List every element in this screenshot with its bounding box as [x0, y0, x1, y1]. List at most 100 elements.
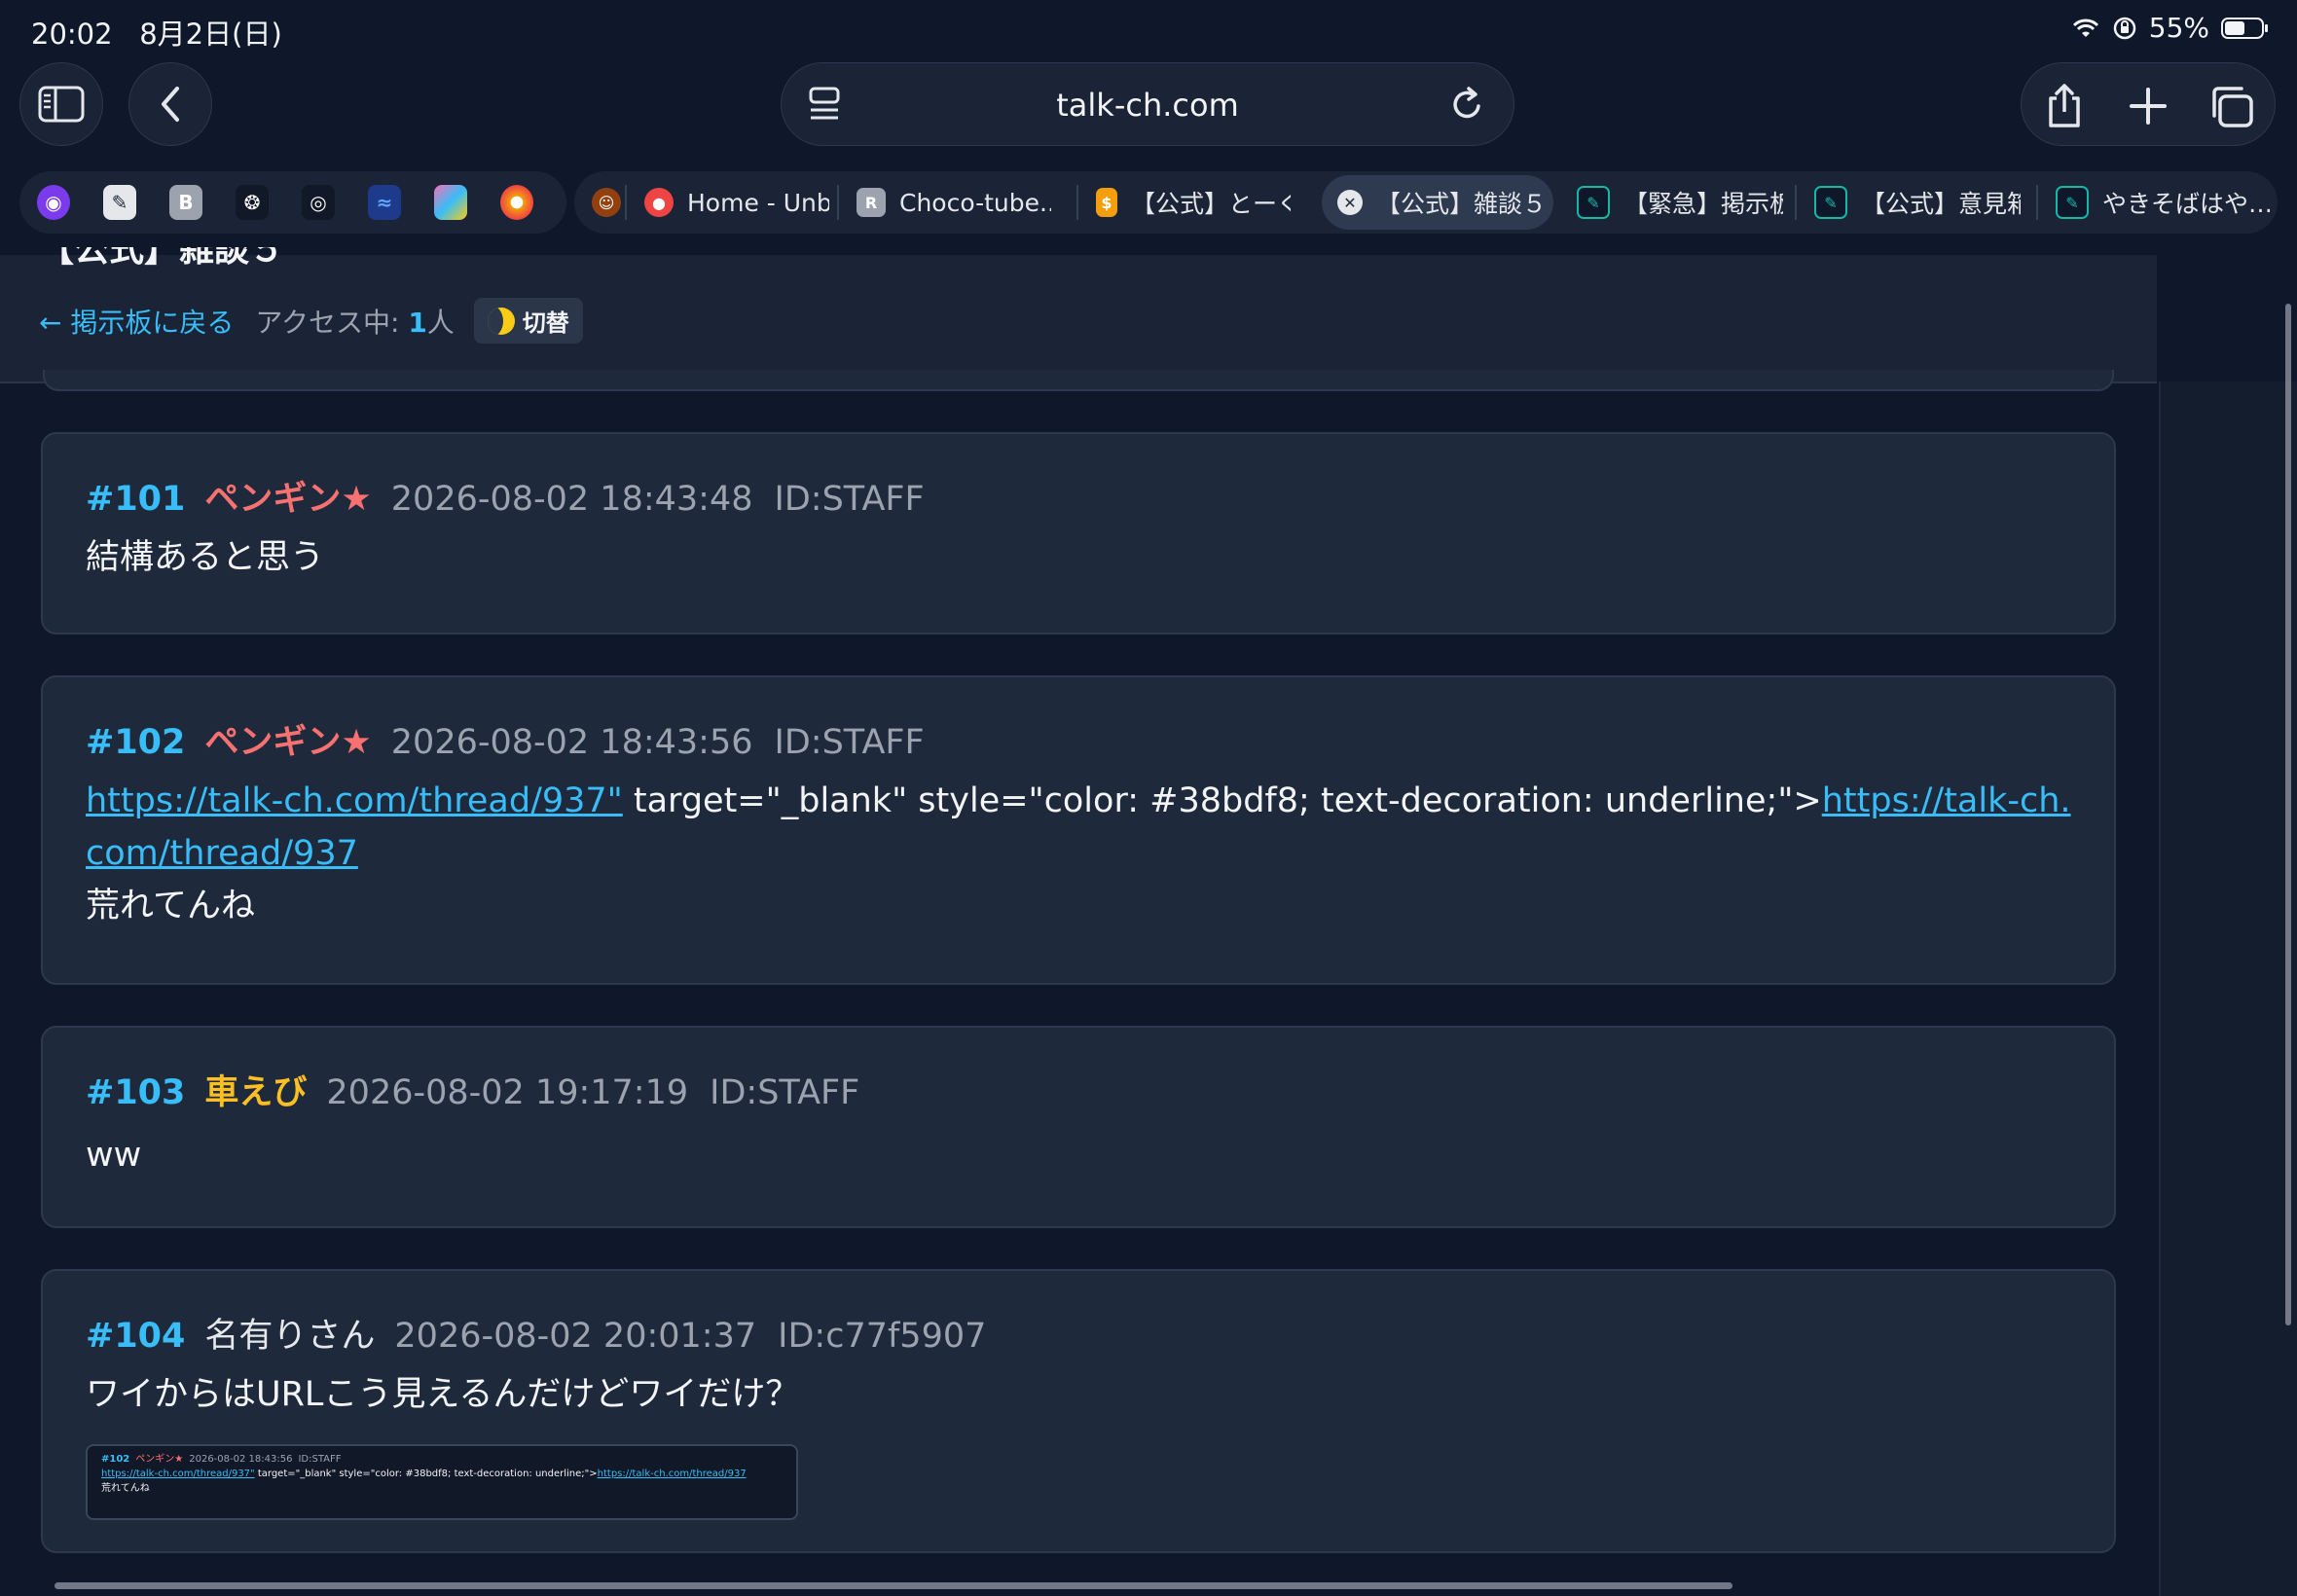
wifi-icon	[2072, 18, 2098, 37]
post-header: #101 ペンギン★ 2026-08-02 18:43:48 ID:STAFF	[86, 471, 925, 521]
browser-toolbar: talk-ch.com	[0, 58, 2297, 156]
note-edit-icon[interactable]: ✎	[103, 185, 136, 220]
side-panel	[2159, 381, 2297, 1596]
battery-fill	[2225, 20, 2244, 35]
b-icon[interactable]: B	[169, 185, 202, 220]
thumb-link: https://talk-ch.com/thread/937"	[101, 1469, 255, 1479]
previous-post-edge	[43, 370, 2114, 391]
thumb-raw: target="_blank" style="color: #38bdf8; t…	[254, 1469, 598, 1479]
tabs-overview-icon[interactable]	[2208, 85, 2255, 129]
back-to-board-link[interactable]: ← 掲示板に戻る	[39, 302, 234, 341]
chrome-badge-icon[interactable]	[500, 185, 533, 220]
edit-icon: ✎	[2056, 186, 2089, 219]
tab-2[interactable]: R Choco-tube...	[857, 171, 1051, 234]
thumb-link: https://talk-ch.com/thread/937	[597, 1469, 747, 1479]
moon-icon	[487, 307, 515, 335]
post-number[interactable]: #103	[86, 1073, 185, 1112]
post-id: ID:STAFF	[774, 480, 925, 519]
post-date: 2026-08-02 18:43:48	[390, 480, 753, 519]
tab-bar: ☺ ● Home - Unbl... R Choco-tube... $ 【公式…	[574, 171, 2278, 234]
talk-icon: $	[1096, 188, 1117, 217]
post-date: 2026-08-02 20:01:37	[394, 1317, 757, 1356]
post-header: #104 名有りさん 2026-08-02 20:01:37 ID:c77f59…	[86, 1308, 986, 1358]
post-body: ww	[86, 1136, 142, 1175]
thumb-text: 荒れてんね	[101, 1483, 150, 1494]
thumb-author: ペンギン★	[135, 1454, 184, 1465]
post-number[interactable]: #101	[86, 480, 185, 519]
tab-label: やきそばはや…	[2102, 190, 2270, 218]
toolbar-actions	[2021, 62, 2276, 146]
tab-label: Home - Unbl...	[687, 188, 829, 217]
close-tab-icon[interactable]: ✕	[1337, 190, 1363, 215]
tab-label: 【公式】意見箱…	[1861, 190, 2021, 218]
toggle-label: 切替	[522, 309, 569, 337]
tab-4-active[interactable]: ✕ 【公式】雑談５	[1322, 175, 1553, 230]
status-bar: 20:02 8月2日(日) 55%	[0, 0, 2297, 58]
url-text[interactable]: talk-ch.com	[782, 87, 1513, 124]
post-102: #102 ペンギン★ 2026-08-02 18:43:56 ID:STAFF …	[41, 675, 2116, 985]
back-button[interactable]	[128, 62, 212, 146]
thread-header: 【公式】雑談５ ← 掲示板に戻る アクセス中: 1人 切替	[0, 247, 2157, 383]
tab-label: 【公式】雑談５	[1376, 190, 1548, 218]
whale-icon[interactable]: ≈	[368, 185, 401, 220]
post-104: #104 名有りさん 2026-08-02 20:01:37 ID:c77f59…	[41, 1269, 2116, 1553]
access-counter: アクセス中: 1人	[255, 306, 455, 339]
status-time: 20:02 8月2日(日)	[31, 18, 282, 51]
copilot-icon[interactable]	[434, 185, 467, 220]
horizontal-scrollbar[interactable]	[55, 1582, 1732, 1589]
thread-title: 【公式】雑談５	[39, 247, 285, 270]
gamepad-icon: ●	[644, 188, 674, 217]
post-id: ID:STAFF	[774, 723, 925, 762]
tab-7[interactable]: ✎ やきそばはや…	[2056, 171, 2270, 234]
attached-screenshot-image[interactable]: #102 ペンギン★ 2026-08-02 18:43:56 ID:STAFF htt…	[86, 1444, 798, 1520]
tab-separator	[837, 185, 839, 220]
thumb-date: 2026-08-02 18:43:56	[189, 1454, 293, 1465]
thumb-id: ID:STAFF	[298, 1454, 342, 1465]
tab-1[interactable]: ● Home - Unbl...	[644, 171, 829, 234]
post-id: ID:STAFF	[710, 1073, 860, 1112]
thumb-number: #102	[101, 1454, 130, 1465]
tab-label: Choco-tube...	[899, 188, 1051, 217]
r-icon: R	[857, 188, 886, 217]
post-date: 2026-08-02 18:43:56	[390, 723, 753, 762]
tab-label: 【公式】とーく…	[1131, 190, 1291, 218]
status-right: 55%	[2071, 12, 2268, 44]
tab-0[interactable]: ☺	[592, 171, 635, 234]
battery-percent: 55%	[2148, 12, 2209, 44]
share-icon[interactable]	[2043, 83, 2086, 129]
plus-icon[interactable]	[2129, 87, 2168, 126]
edit-icon: ✎	[1814, 186, 1847, 219]
edit-icon: ✎	[1577, 186, 1610, 219]
thumb-header: #102 ペンギン★ 2026-08-02 18:43:56 ID:STAFF	[101, 1452, 783, 1467]
post-header: #103 車えび 2026-08-02 19:17:19 ID:STAFF	[86, 1065, 859, 1114]
chevron-left-icon	[162, 87, 179, 122]
tab-3[interactable]: $ 【公式】とーく…	[1096, 171, 1291, 234]
tab-label: 【緊急】掲示板…	[1623, 190, 1783, 218]
sidebar-toggle-button[interactable]	[19, 62, 103, 146]
post-body: ワイからはURLこう見えるんだけどワイだけ？	[86, 1375, 800, 1414]
post-number[interactable]: #102	[86, 723, 185, 762]
reload-icon[interactable]	[1449, 85, 1486, 124]
post-raw-html-text: target="_blank" style="color: #38bdf8; t…	[622, 781, 1822, 820]
battery-icon	[2221, 17, 2268, 39]
post-author: 名有りさん	[204, 1317, 376, 1356]
post-body: 結構あると思う	[86, 538, 325, 577]
ring-icon[interactable]: ◎	[302, 185, 335, 220]
post-101: #101 ペンギン★ 2026-08-02 18:43:48 ID:STAFF …	[41, 432, 2116, 635]
globe-icon[interactable]: ◉	[37, 185, 70, 220]
post-author: ペンギン★	[204, 480, 372, 519]
post-id: ID:c77f5907	[778, 1317, 987, 1356]
openai-icon[interactable]: ❂	[236, 185, 269, 220]
theme-toggle-button[interactable]: 切替	[473, 298, 583, 344]
tab-separator	[1076, 185, 1078, 220]
address-bar[interactable]: talk-ch.com	[781, 62, 1514, 146]
post-body: https://talk-ch.com/thread/937" target="…	[86, 775, 2071, 932]
post-number[interactable]: #104	[86, 1317, 185, 1356]
post-link[interactable]: https://talk-ch.com/thread/937"	[86, 781, 623, 820]
favorites-bar: ◉ ✎ B ❂ ◎ ≈	[19, 171, 566, 234]
tab-5[interactable]: ✎ 【緊急】掲示板…	[1577, 171, 1783, 234]
post-author: 車えび	[204, 1073, 308, 1112]
vertical-scrollbar[interactable]	[2285, 304, 2291, 1325]
sidebar-icon	[38, 86, 85, 123]
tab-6[interactable]: ✎ 【公式】意見箱…	[1814, 171, 2021, 234]
